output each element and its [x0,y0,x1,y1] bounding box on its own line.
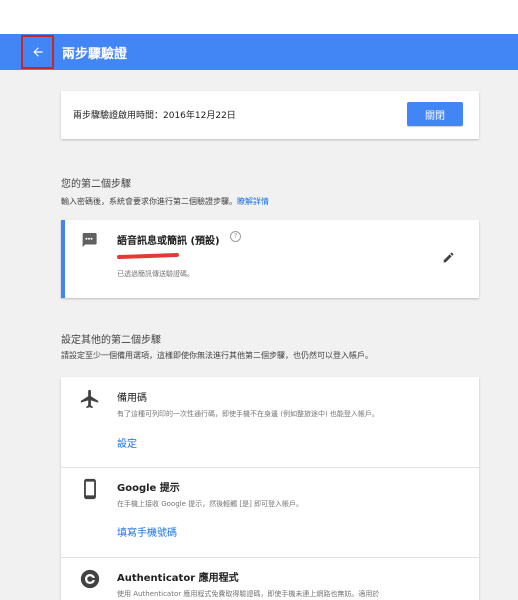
other-steps-heading: 設定其他的第二個步驟 [61,335,161,346]
airplane-icon [80,389,99,409]
status-card: 兩步驟驗證啟用時間：2016年12月22日 關閉 [61,91,479,139]
item-description: 有了這種可列印的一次性通行碼，即使手機不在身邊 (例如整旅途中) 也能登入帳戶。 [117,410,379,418]
item-description: 在手機上接收 Google 提示，然後輕觸 [是] 即可登入帳戶。 [117,500,304,508]
item-description: 使用 Authenticator 應用程式免費取得驗證碼，即使手機未連上網路也無… [117,590,380,598]
second-step-heading: 您的第二個步驟 [61,179,131,190]
item-title: Authenticator 應用程式 [117,573,239,584]
back-button[interactable] [21,35,54,69]
divider [61,467,479,468]
help-icon[interactable]: ? [230,231,241,242]
turn-off-button[interactable]: 關閉 [407,102,463,126]
setup-backup-codes-link[interactable]: 設定 [117,435,137,450]
browser-top-area [0,0,518,34]
phone-icon [84,478,96,500]
list-item-authenticator: Authenticator 應用程式 使用 Authenticator 應用程式… [61,557,479,600]
enabled-date-text: 兩步驟驗證啟用時間：2016年12月22日 [73,111,236,121]
second-step-description: 輸入密碼後，系統會要求你進行第二個驗證步驟。瞭解詳情 [61,197,269,206]
authenticator-icon [80,569,100,589]
add-phone-link[interactable]: 填寫手機號碼 [117,524,177,539]
divider [61,557,479,558]
card-accent-bar [61,220,65,298]
arrow-left-icon [32,47,43,57]
list-item-google-prompt: Google 提示 在手機上接收 Google 提示，然後輕觸 [是] 即可登入… [61,467,479,557]
app-header: 兩步驟驗證 [0,34,518,70]
message-icon [82,233,97,247]
other-steps-description: 請設定至少一個備用選項，這樣即使你無法進行其他第二個步驟，也仍然可以登入帳戶。 [61,351,373,360]
second-step-subtitle: 已透過簡訊傳送驗證碼。 [117,270,194,278]
pencil-icon[interactable] [442,251,455,264]
learn-more-link[interactable]: 瞭解詳情 [237,197,269,206]
red-annotation-underline [116,252,180,260]
second-step-title: 語音訊息或簡訊 (預設) [117,236,220,247]
item-title: Google 提示 [117,483,180,494]
current-second-step-card: 語音訊息或簡訊 (預設) ? 已透過簡訊傳送驗證碼。 [61,220,479,298]
backup-options-card: 備用碼 有了這種可列印的一次性通行碼，即使手機不在身邊 (例如整旅途中) 也能登… [61,377,479,600]
list-item-backup-codes: 備用碼 有了這種可列印的一次性通行碼，即使手機不在身邊 (例如整旅途中) 也能登… [61,377,479,467]
item-title: 備用碼 [117,393,147,404]
page-title: 兩步驟驗證 [62,47,128,62]
